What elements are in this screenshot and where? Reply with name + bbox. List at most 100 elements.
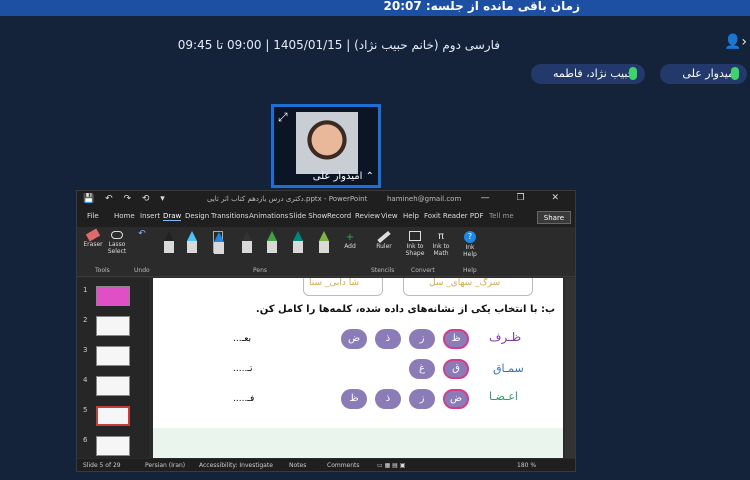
choice-circle-marked: ض [443,389,469,409]
tab-foxit-reader-pdf[interactable]: Foxit Reader PDF [424,212,484,220]
participant-chip[interactable]: حبیب نژاد، فاطمه [531,64,645,84]
tab-home[interactable]: Home [114,212,135,220]
slide-canvas[interactable]: شا دابی_ سنا سرگ_ سهای_ سل ب: با انتخاب … [153,278,563,458]
pen-black[interactable] [164,231,174,253]
slide-thumbnail-3[interactable] [96,346,130,366]
tab-view[interactable]: View [381,212,398,220]
help-icon: ? [464,231,476,243]
pen-black-2[interactable] [242,231,252,253]
participant-name: حبیب نژاد، فاطمه [553,67,635,80]
choice-circle-marked: ق [443,359,469,379]
draw-ribbon: Eraser Lasso Select Tools ↶ Undo + Add P… [77,227,575,277]
notes-button[interactable]: Notes [289,462,306,469]
tab-review[interactable]: Review [355,212,380,220]
choice-circle: ذ [375,389,401,409]
ruler-icon [377,230,391,244]
webcam-feed [296,112,358,174]
tab-draw[interactable]: Draw [163,212,182,221]
expand-icon[interactable]: ⤢ [278,110,288,125]
ink-to-math-button[interactable]: π Ink to Math [429,231,453,257]
lasso-select-button[interactable]: Lasso Select [105,231,129,255]
bottom-decoration [153,428,563,458]
plus-icon: + [345,232,355,243]
ribbon-tabs: File Home Insert Draw Design Transitions… [77,209,575,227]
pen-green[interactable] [319,231,329,253]
tab-slide-show[interactable]: Slide Show [289,212,327,220]
answer-word: اعـضـا [489,390,518,403]
vertical-scrollbar[interactable] [565,278,575,458]
thumb-number: 6 [83,436,88,444]
ppt-titlebar: 💾 ↶ ↷ ⟲ ▾ دکتری درس یازدهم کتاب اثر تایی… [77,191,575,209]
video-tile[interactable]: ⤢ ⌃ امیدوار علی [271,104,381,188]
document-title: دکتری درس یازدهم کتاب اثر تایی.pptx - Po… [207,195,368,203]
lasso-label: Lasso Select [107,241,127,255]
undo-icon[interactable]: ↶ [135,230,149,239]
participant-chip[interactable]: امیدوار علی [660,64,747,84]
user-menu-icon[interactable]: 👤› [724,34,747,54]
choice-circle: ز [409,329,435,349]
tab-animations[interactable]: Animations [249,212,288,220]
account-name[interactable]: hamineh@gmail.com [387,195,461,203]
accessibility-status[interactable]: Accessibility: Investigate [199,462,273,469]
window-controls[interactable]: — ❐ ✕ [481,193,571,203]
row-left-word: تـ..... [233,364,253,374]
tab-insert[interactable]: Insert [140,212,160,220]
add-pen-label: Add [344,243,356,250]
video-participant-name: امیدوار علی [312,171,363,182]
ink-to-shape-button[interactable]: Ink to Shape [403,231,427,257]
pens-group-label: Pens [253,267,268,274]
stencils-group-label: Stencils [371,267,395,274]
slide-thumbnail-2[interactable] [96,316,130,336]
participant-name: امیدوار علی [682,67,737,80]
thumb-number: 3 [83,346,88,354]
ink-help-label: Ink Help [463,244,477,258]
pi-icon: π [437,231,445,242]
eraser-icon [85,228,101,242]
thumb-number: 1 [83,286,88,294]
ruler-button[interactable]: Ruler [371,230,397,250]
choice-circle-marked: ظ [443,329,469,349]
language-indicator[interactable]: Persian (Iran) [145,462,185,469]
slide-thumbnail-5[interactable] [96,406,130,426]
ink-to-shape-label: Ink to Shape [405,243,425,257]
slide-thumbnail-1[interactable] [96,286,130,306]
ink-to-shape-icon [409,231,421,241]
quick-access-toolbar[interactable]: 💾 ↶ ↷ ⟲ ▾ [83,194,169,204]
view-buttons[interactable]: ▭ ▦ ▤ ▣ [377,462,405,469]
pen-selected-blue[interactable] [213,231,224,254]
pen-teal[interactable] [293,231,303,253]
tab-transitions[interactable]: Transitions [211,212,249,220]
tab-record[interactable]: Record [327,212,351,220]
slide-counter: Slide 5 of 29 [83,462,121,469]
slide-editor[interactable]: شا دابی_ سنا سرگ_ سهای_ سل ب: با انتخاب … [153,278,563,458]
highlighter-green[interactable] [267,231,277,253]
shared-screen-powerpoint: 💾 ↶ ↷ ⟲ ▾ دکتری درس یازدهم کتاب اثر تایی… [76,190,576,472]
ink-help-button[interactable]: ? Ink Help [459,231,481,258]
answer-word: ظـرف [489,330,522,344]
tab-help[interactable]: Help [403,212,419,220]
pen-light-blue[interactable] [187,231,197,253]
instruction-text: ب: با انتخاب یکی از نشانه‌های داده شده، … [255,304,555,315]
zoom-level[interactable]: 180 % [517,462,536,469]
meeting-screen: زمان باقی مانده از جلسه: 20:07 فارسی دوم… [0,0,750,480]
caret-up-icon[interactable]: ⌃ [366,171,374,182]
choice-circle: ظ [341,389,367,409]
ink-to-math-label: Ink to Math [432,243,450,257]
answer-word: سمـاق [493,362,524,375]
slide-thumbnails-pane: 1 2 3 4 5 6 [77,278,149,458]
help-group-label: Help [463,267,477,274]
session-info: فارسی دوم (خانم حبیب نژاد) | 1405/01/15 … [177,38,500,52]
share-button[interactable]: Share [536,211,571,224]
tools-group-label: Tools [95,267,110,274]
add-pen-button[interactable]: + Add [339,232,361,251]
tab-design[interactable]: Design [185,212,209,220]
tell-me-search[interactable]: Tell me [489,212,514,220]
slide-thumbnail-4[interactable] [96,376,130,396]
thumb-number: 2 [83,316,88,324]
slide-thumbnail-6[interactable] [96,436,130,456]
convert-group-label: Convert [411,267,435,274]
thumb-number: 5 [83,406,88,414]
eraser-button[interactable]: Eraser [83,228,103,248]
comments-button[interactable]: Comments [327,462,360,469]
tab-file[interactable]: File [87,212,99,220]
